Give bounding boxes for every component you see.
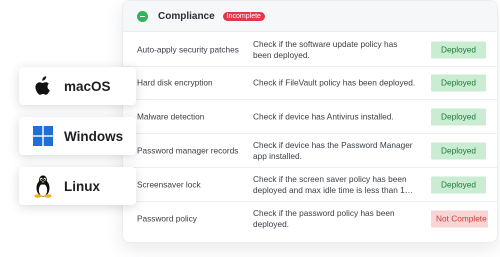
not-complete-badge: Not Complete xyxy=(431,210,488,228)
compliance-row-malware-detection[interactable]: Malware detection Check if device has An… xyxy=(123,100,497,134)
deployed-badge: Deployed xyxy=(431,41,486,58)
check-name: Hard disk encryption xyxy=(137,77,213,87)
os-card-linux[interactable]: Linux xyxy=(19,167,136,205)
os-label: Linux xyxy=(64,178,100,194)
check-description: Check if the password policy has been de… xyxy=(253,208,395,229)
check-description: Check if the software update policy has … xyxy=(253,38,398,60)
linux-icon xyxy=(33,174,53,198)
check-description: Check if device has the Password Manager… xyxy=(253,139,413,161)
os-card-windows[interactable]: Windows xyxy=(19,117,136,155)
windows-icon xyxy=(33,125,53,147)
compliance-row-password-manager[interactable]: Password manager records Check if device… xyxy=(123,134,497,168)
os-card-macos[interactable]: macOS xyxy=(19,67,136,105)
compliance-row-screensaver-lock[interactable]: Screensaver lock Check if the screen sav… xyxy=(123,168,497,202)
apple-icon xyxy=(33,75,53,97)
os-label: Windows xyxy=(64,128,124,144)
check-description: Check if device has Antivirus installed. xyxy=(253,111,394,121)
compliance-row-password-policy[interactable]: Password policy Check if the password po… xyxy=(123,202,497,236)
compliance-header[interactable]: Compliance Incomplete xyxy=(123,1,497,32)
status-indicator-icon xyxy=(137,10,148,22)
check-name: Password manager records xyxy=(137,145,239,155)
deployed-badge: Deployed xyxy=(431,74,486,91)
compliance-row-auto-apply-patches[interactable]: Auto-apply security patches Check if the… xyxy=(123,33,497,67)
compliance-list: Auto-apply security patches Check if the… xyxy=(123,32,497,236)
compliance-row-disk-encryption[interactable]: Hard disk encryption Check if FileVault … xyxy=(123,66,497,100)
deployed-badge: Deployed xyxy=(431,176,486,193)
deployed-badge: Deployed xyxy=(431,108,486,125)
compliance-panel: Compliance Incomplete Auto-apply securit… xyxy=(122,0,498,243)
check-description: Check if FileVault policy has been deplo… xyxy=(253,77,416,87)
check-name: Malware detection xyxy=(137,111,205,121)
os-label: macOS xyxy=(64,78,111,94)
deployed-badge: Deployed xyxy=(431,142,486,159)
status-badge: Incomplete xyxy=(222,11,265,21)
check-name: Screensaver lock xyxy=(137,179,201,189)
check-description: Check if the screen saver policy has bee… xyxy=(253,173,414,195)
compliance-title: Compliance xyxy=(158,10,215,22)
check-name: Auto-apply security patches xyxy=(137,44,239,54)
check-name: Password policy xyxy=(137,213,197,224)
